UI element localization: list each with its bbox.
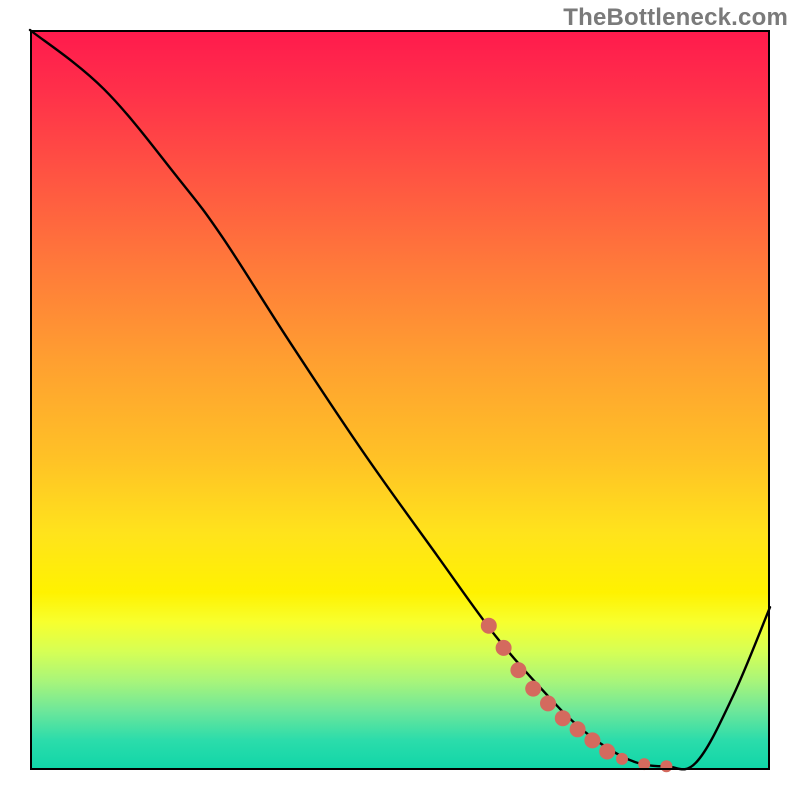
highlight-dot: [638, 758, 650, 770]
highlight-dot: [481, 618, 497, 634]
watermark-text: TheBottleneck.com: [563, 4, 788, 32]
curve-line: [30, 30, 770, 769]
highlight-dots: [481, 618, 673, 773]
highlight-dot: [584, 732, 600, 748]
highlight-dot: [660, 760, 672, 772]
highlight-dot: [525, 681, 541, 697]
highlight-dot: [599, 744, 615, 760]
plot-area: [30, 30, 770, 770]
chart-svg: [30, 30, 770, 770]
highlight-dot: [555, 710, 571, 726]
highlight-dot: [510, 662, 526, 678]
chart-container: TheBottleneck.com: [0, 0, 800, 800]
highlight-dot: [570, 721, 586, 737]
highlight-dot: [616, 753, 628, 765]
highlight-dot: [496, 640, 512, 656]
highlight-dot: [540, 695, 556, 711]
